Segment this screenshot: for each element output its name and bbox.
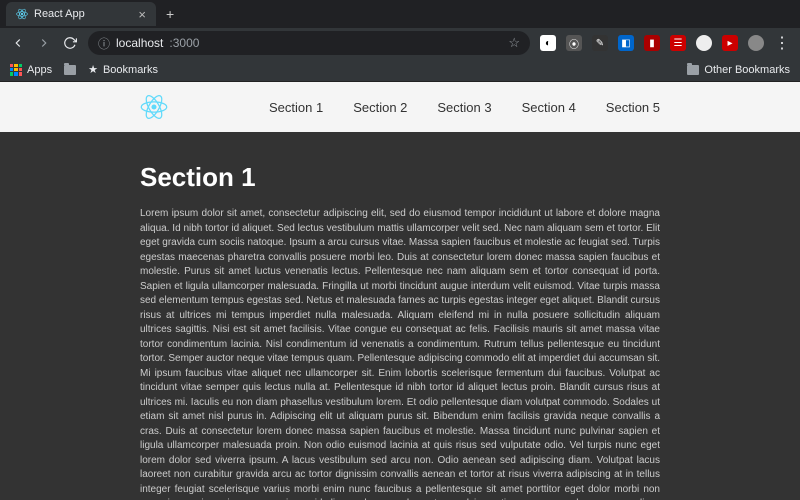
nav-link-section-1[interactable]: Section 1 [269, 100, 323, 115]
star-icon: ★ [88, 63, 98, 76]
close-icon[interactable]: × [138, 7, 146, 22]
extension-icon[interactable]: ☰ [670, 35, 686, 51]
menu-button[interactable]: ⋮ [774, 35, 790, 51]
apps-shortcut[interactable]: Apps [10, 64, 52, 76]
main-content: Section 1 Lorem ipsum dolor sit amet, co… [0, 132, 800, 500]
url-host: localhost [116, 36, 163, 50]
react-favicon-icon [16, 8, 28, 20]
extension-icon[interactable] [696, 35, 712, 51]
extension-icon[interactable]: ◧ [618, 35, 634, 51]
nav-links: Section 1 Section 2 Section 3 Section 4 … [269, 100, 660, 115]
url-path: :3000 [169, 36, 199, 50]
profile-avatar[interactable] [748, 35, 764, 51]
apps-grid-icon [10, 64, 22, 76]
nav-link-section-3[interactable]: Section 3 [437, 100, 491, 115]
section-heading: Section 1 [140, 162, 660, 193]
bookmark-folder[interactable] [64, 65, 76, 75]
browser-tab[interactable]: React App × [6, 2, 156, 26]
extension-icon[interactable]: ▮ [644, 35, 660, 51]
site-header: Section 1 Section 2 Section 3 Section 4 … [0, 82, 800, 132]
extension-icons: ◐ ⦿ ✎ ◧ ▮ ☰ ▸ ⋮ [540, 35, 790, 51]
bookmarks-bar: Apps ★Bookmarks Other Bookmarks [0, 58, 800, 82]
nav-link-section-5[interactable]: Section 5 [606, 100, 660, 115]
toolbar: ⓘ localhost :3000 ☆ ◐ ⦿ ✎ ◧ ▮ ☰ ▸ ⋮ [0, 28, 800, 58]
extension-icon[interactable]: ⦿ [566, 35, 582, 51]
tab-title: React App [34, 8, 132, 20]
page-viewport: Section 1 Section 2 Section 3 Section 4 … [0, 82, 800, 500]
reload-button[interactable] [62, 35, 78, 51]
new-tab-button[interactable]: + [166, 6, 174, 22]
folder-icon [687, 65, 699, 75]
address-bar[interactable]: ⓘ localhost :3000 ☆ [88, 31, 530, 55]
nav-link-section-4[interactable]: Section 4 [522, 100, 576, 115]
folder-icon [64, 65, 76, 75]
tab-bar: React App × + [0, 0, 800, 28]
back-button[interactable] [10, 35, 26, 51]
nav-link-section-2[interactable]: Section 2 [353, 100, 407, 115]
section-body-text: Lorem ipsum dolor sit amet, consectetur … [140, 207, 660, 500]
react-logo-icon [140, 93, 168, 121]
extension-icon[interactable]: ▸ [722, 35, 738, 51]
bookmark-star-icon[interactable]: ☆ [508, 35, 520, 51]
browser-chrome: React App × + ⓘ localhost :3000 ☆ ◐ ⦿ ✎ ◧… [0, 0, 800, 82]
other-bookmarks[interactable]: Other Bookmarks [687, 64, 790, 76]
forward-button[interactable] [36, 35, 52, 51]
bookmark-item[interactable]: ★Bookmarks [88, 63, 158, 76]
extension-icon[interactable]: ◐ [540, 35, 556, 51]
site-info-icon[interactable]: ⓘ [98, 35, 110, 52]
extension-icon[interactable]: ✎ [592, 35, 608, 51]
